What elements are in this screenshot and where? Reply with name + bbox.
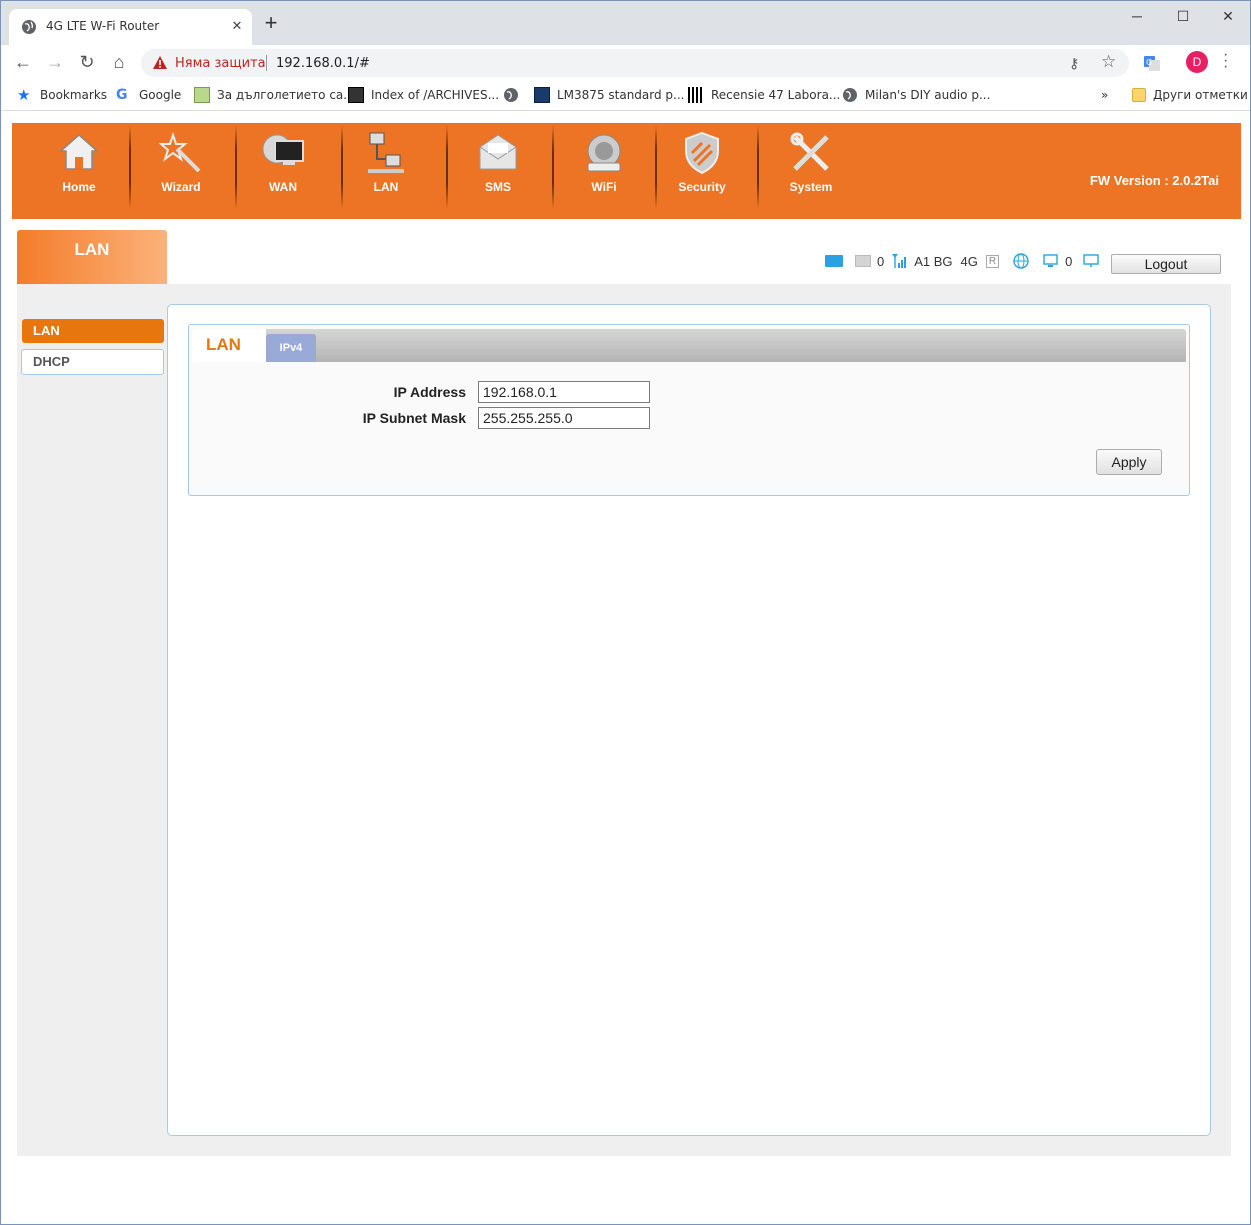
divider [757,125,759,209]
menu-icon[interactable]: · · · [1223,47,1233,75]
folder-icon [1132,88,1146,102]
address-bar[interactable]: Няма защита 192.168.0.1/# ⚷ ☆ [141,49,1129,77]
globe-icon [504,88,518,102]
security-icon [685,131,719,175]
back-button[interactable]: ← [11,50,35,74]
ip-address-label: IP Address [393,384,466,400]
security-status[interactable]: Няма защита [175,56,266,71]
globe-icon [22,20,36,34]
site-icon [688,87,704,103]
globe-icon [843,88,857,102]
nav-wifi[interactable]: WiFi [569,123,639,219]
browser-window: 4G LTE W-Fi Router ✕ + ─ ☐ ✕ ← → ↻ ⌂ Ням… [0,0,1251,1225]
clients-count: 0 [1065,253,1073,269]
sms-status-icon [855,255,871,267]
bookmark-item[interactable] [503,86,519,104]
tab-strip: 4G LTE W-Fi Router ✕ + ─ ☐ ✕ [1,1,1250,45]
bookmark-item[interactable]: Recensie 47 Labora... [688,86,840,104]
nav-sms[interactable]: SMS [463,123,533,219]
page-title: LAN [74,240,110,259]
signal-icon [892,254,907,268]
svg-text:G: G [1146,58,1152,67]
wan-icon [262,134,304,165]
sms-icon [479,134,517,170]
page-title-tab: LAN [17,230,167,284]
sidebar-item-lan[interactable]: LAN [22,319,164,343]
home-button[interactable]: ⌂ [107,50,131,74]
wizard-icon [159,131,201,173]
subnet-mask-label: IP Subnet Mask [362,410,466,426]
nav-home[interactable]: Home [44,123,114,219]
system-icon [790,132,829,171]
forward-button[interactable]: → [43,50,67,74]
warning-icon [153,56,167,69]
more-bookmarks-icon[interactable]: » [1101,86,1108,104]
divider [552,125,554,209]
site-icon [194,87,210,103]
divider [266,55,267,71]
bookmark-star-icon[interactable]: ☆ [1101,52,1116,72]
home-icon [59,133,99,170]
divider [235,125,237,209]
wifi-icon [587,134,621,172]
router-header: Home Wizard WAN LAN SMS WiFi Security Sy… [12,123,1241,219]
bookmark-item[interactable]: ★ Bookmarks [17,86,107,104]
avatar[interactable]: D [1186,51,1208,73]
bookmark-item[interactable]: Други отметки [1132,86,1248,104]
subnet-mask-input[interactable] [478,407,650,429]
apply-button[interactable]: Apply [1096,449,1162,475]
bookmark-item[interactable]: LM3875 standard p... [534,86,685,104]
card-header: LAN IPv4 [192,329,1186,362]
sms-count: 0 [877,253,885,269]
key-icon[interactable]: ⚷ [1069,55,1079,72]
bookmark-item[interactable]: G Google [116,86,181,104]
logout-button[interactable]: Logout [1111,254,1221,274]
star-icon: ★ [17,86,31,104]
sidebar-item-dhcp[interactable]: DHCP [21,349,164,375]
close-tab-icon[interactable]: ✕ [228,17,246,35]
bookmark-item[interactable]: За дълголетието са... [194,86,355,104]
status-bar: 0 A1 BG 4G R 0 [825,251,1100,271]
network-type: 4G [960,253,978,269]
minimize-button[interactable]: ─ [1114,5,1160,27]
nav-lan[interactable]: LAN [351,123,421,219]
globe-icon [1013,253,1029,269]
close-window-button[interactable]: ✕ [1205,5,1251,27]
operator-name: A1 BG [914,253,953,269]
bookmarks-bar: ★ Bookmarks G Google За дълголетието са.… [1,79,1250,111]
divider [655,125,657,209]
new-tab-button[interactable]: + [260,12,282,35]
nav-system[interactable]: System [776,123,846,219]
nav-security[interactable]: Security [667,123,737,219]
divider [129,125,131,209]
translate-icon[interactable]: G [1143,54,1161,72]
divider [446,125,448,209]
bookmark-item[interactable]: Index of /ARCHIVES... [348,86,499,104]
sim-icon [825,255,843,267]
nav-wan[interactable]: WAN [248,123,318,219]
site-icon [348,87,364,103]
bookmark-item[interactable]: Milan's DIY audio p... [842,86,990,104]
google-icon: G [116,87,128,103]
connected-devices-icon [1043,254,1058,267]
site-icon [534,87,550,103]
maximize-button[interactable]: ☐ [1160,5,1206,27]
card-title: LAN [206,335,241,354]
browser-tab[interactable]: 4G LTE W-Fi Router ✕ [9,9,252,45]
nav-wizard[interactable]: Wizard [146,123,216,219]
url-text[interactable]: 192.168.0.1/# [276,56,370,71]
tab-title: 4G LTE W-Fi Router [46,19,160,33]
tab-ipv4[interactable]: IPv4 [266,334,316,362]
divider [341,125,343,209]
roaming-indicator: R [985,254,1000,268]
reload-button[interactable]: ↻ [75,50,99,74]
browser-toolbar: ← → ↻ ⌂ Няма защита 192.168.0.1/# ⚷ ☆ G … [1,45,1250,79]
lan-status-icon [1083,254,1100,267]
ip-address-input[interactable] [478,381,650,403]
lan-icon [368,132,404,173]
fw-version: FW Version : 2.0.2Tai [1089,173,1219,188]
